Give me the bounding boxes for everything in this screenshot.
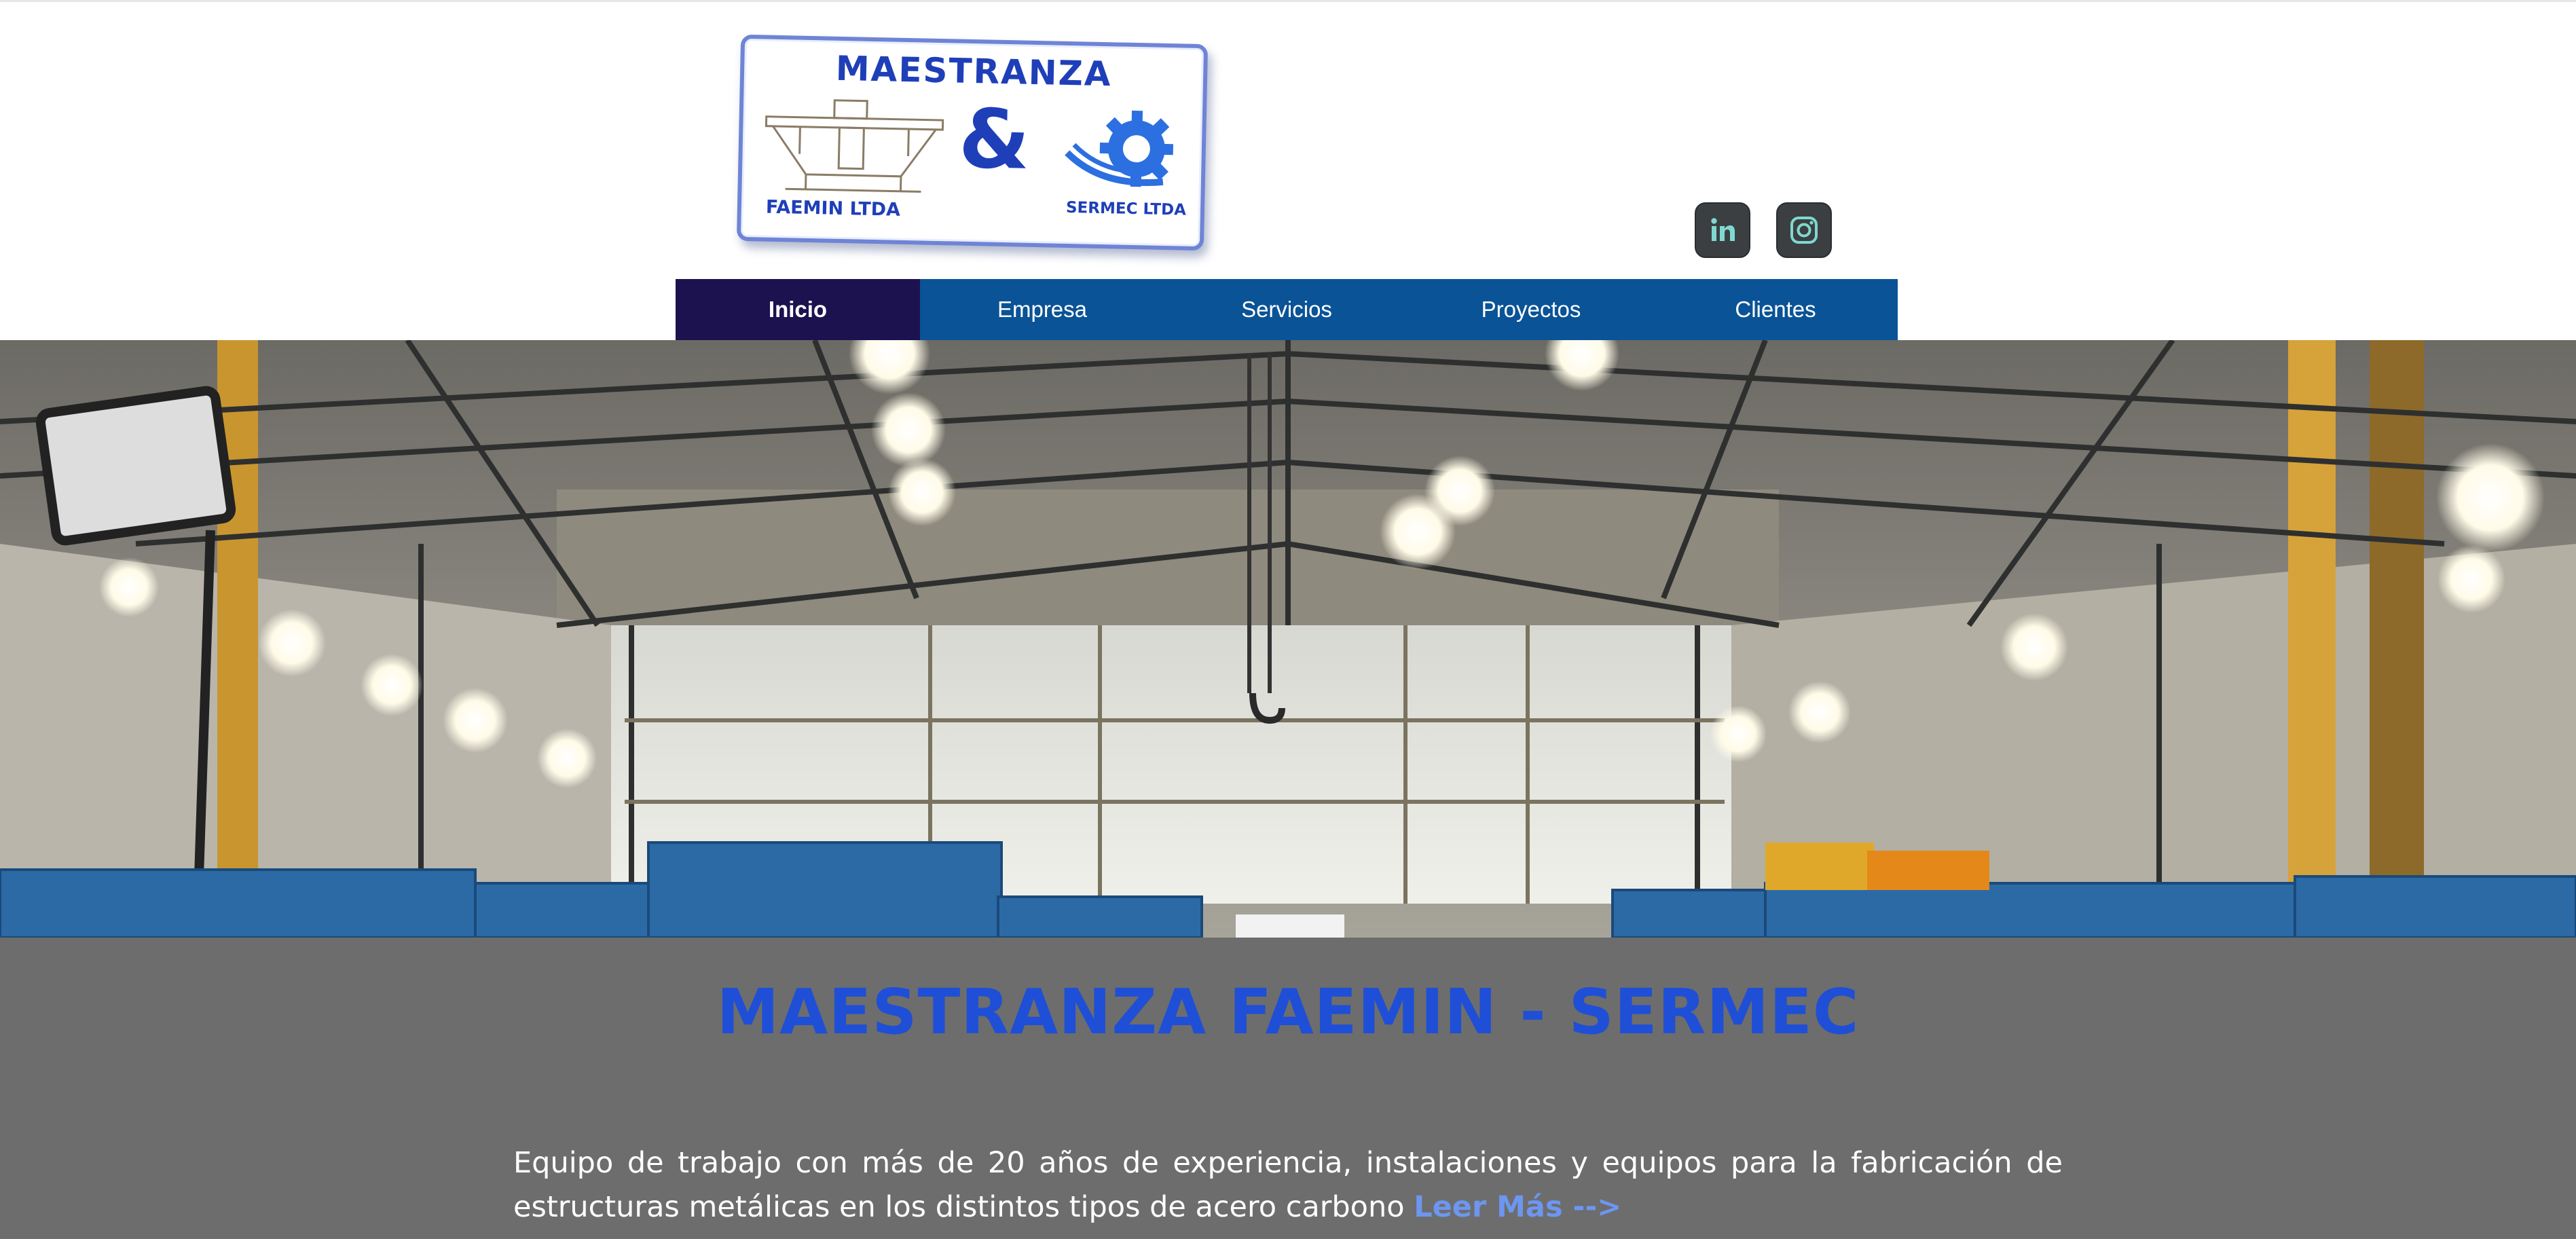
- intro-paragraph: Equipo de trabajo con más de 20 años de …: [513, 1141, 2063, 1229]
- instagram-button[interactable]: [1776, 202, 1832, 258]
- logo-faemin-text: FAEMIN LTDA: [765, 196, 901, 221]
- linkedin-icon: [1711, 218, 1735, 241]
- page: MAESTRANZA & FAEMIN LTDA SERMEC LTDA Ini…: [0, 0, 2576, 1239]
- company-logo[interactable]: MAESTRANZA & FAEMIN LTDA SERMEC LTDA: [736, 34, 1209, 251]
- nav-item-clientes[interactable]: Clientes: [1653, 279, 1898, 340]
- main-nav: Inicio Empresa Servicios Proyectos Clien…: [676, 279, 1898, 340]
- nav-item-inicio[interactable]: Inicio: [676, 279, 920, 340]
- warehouse-illustration: [0, 340, 2576, 938]
- instagram-icon: [1790, 217, 1818, 244]
- read-more-link[interactable]: Leer Más -->: [1414, 1190, 1621, 1224]
- nav-item-empresa[interactable]: Empresa: [920, 279, 1164, 340]
- hero-image: [0, 340, 2576, 938]
- top-divider: [0, 0, 2576, 2]
- gear-icon: [1065, 110, 1174, 187]
- logo-ampersand: &: [957, 92, 1031, 188]
- machine-illustration-icon: [765, 99, 944, 193]
- intro-section: MAESTRANZA FAEMIN - SERMEC Equipo de tra…: [0, 938, 2576, 1239]
- section-title: MAESTRANZA FAEMIN - SERMEC: [716, 976, 1860, 1048]
- logo-sermec-text: SERMEC LTDA: [1065, 198, 1187, 219]
- intro-body-text: Equipo de trabajo con más de 20 años de …: [513, 1146, 2063, 1224]
- nav-item-servicios[interactable]: Servicios: [1164, 279, 1409, 340]
- linkedin-button[interactable]: [1695, 202, 1750, 258]
- logo-title: MAESTRANZA: [835, 48, 1113, 94]
- nav-item-proyectos[interactable]: Proyectos: [1409, 279, 1653, 340]
